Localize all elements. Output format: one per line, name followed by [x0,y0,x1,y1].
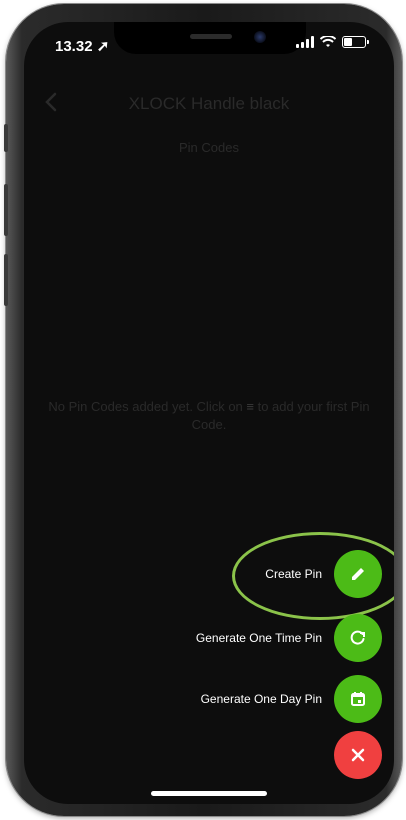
phone-frame: 13.32 ➚ XLOCK Handle black Pin Codes No … [4,4,402,816]
one-time-pin-label: Generate One Time Pin [195,631,322,645]
empty-state-message: No Pin Codes added yet. Click on ≡ to ad… [38,398,380,434]
cellular-signal-icon [296,36,314,48]
app-header: XLOCK Handle black [24,84,394,124]
create-pin-option[interactable]: Create Pin [265,550,382,598]
camera [254,31,266,43]
mute-switch [4,124,8,152]
notch [114,22,306,54]
home-indicator[interactable] [151,791,267,796]
volume-up-button [4,184,8,236]
speaker [190,34,232,39]
menu-icon: ≡ [246,399,254,414]
volume-down-button [4,254,8,306]
create-pin-button[interactable] [334,550,382,598]
calendar-icon [351,692,365,706]
wifi-icon [320,36,336,47]
refresh-icon [350,630,365,645]
one-time-pin-option[interactable]: Generate One Time Pin [196,614,382,662]
one-day-pin-button[interactable] [334,675,382,723]
close-menu-option[interactable] [334,731,382,779]
close-icon [351,748,365,762]
close-menu-button[interactable] [334,731,382,779]
app-screen: 13.32 ➚ XLOCK Handle black Pin Codes No … [24,22,394,804]
status-time: 13.32 ➚ [55,38,110,55]
one-day-pin-option[interactable]: Generate One Day Pin [201,675,382,723]
empty-text-before: No Pin Codes added yet. Click on [48,399,247,414]
section-subtitle: Pin Codes [179,140,239,155]
battery-icon [342,36,369,48]
one-day-pin-label: Generate One Day Pin [200,692,322,706]
pencil-icon [352,568,364,580]
create-pin-label: Create Pin [265,567,322,581]
status-icons [296,36,369,48]
one-time-pin-button[interactable] [334,614,382,662]
page-title: XLOCK Handle black [128,94,290,113]
